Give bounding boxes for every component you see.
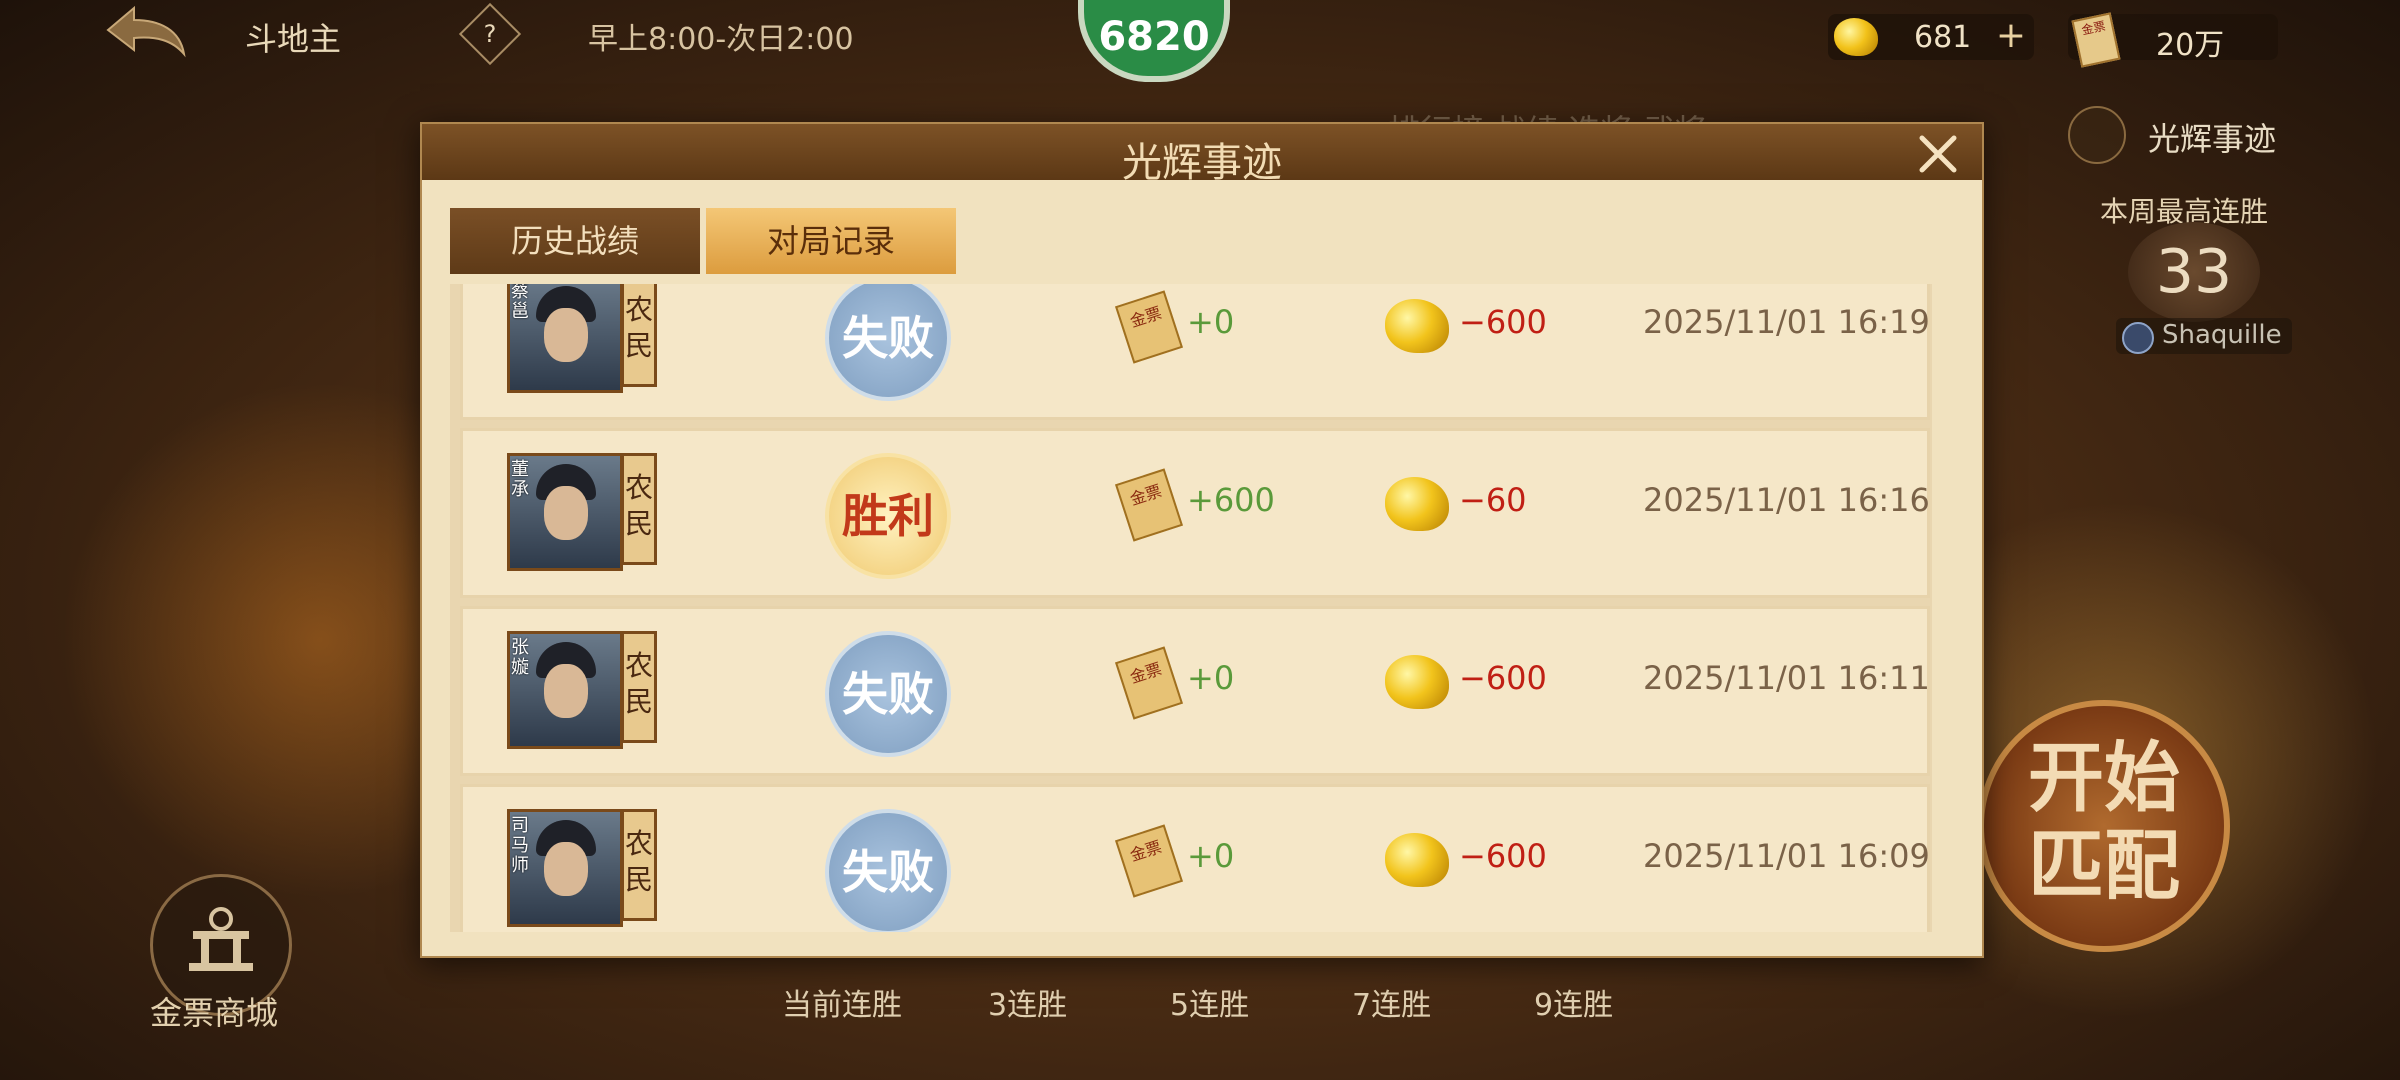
glory-tab-label: 光辉事迹 bbox=[2148, 120, 2277, 158]
back-arrow-icon bbox=[106, 5, 186, 58]
ticket-shop-label: 金票商城 bbox=[150, 994, 279, 1032]
glory-icon bbox=[2068, 106, 2126, 164]
tab-match-records[interactable]: 对局记录 bbox=[706, 208, 956, 274]
role-label: 农民 bbox=[621, 809, 657, 921]
gold-ticket-icon: 金票 bbox=[1115, 468, 1183, 542]
shop-icon bbox=[189, 907, 253, 971]
record-row: 司马师 农民 失败 金票 +0 −600 2025/11/01 16:09 bbox=[460, 784, 1930, 932]
gold-ticket-icon: 金票 bbox=[1115, 824, 1183, 898]
result-badge: 失败 bbox=[825, 284, 951, 401]
match-time: 2025/11/01 16:09 bbox=[1643, 837, 1930, 875]
bean-change: −600 bbox=[1459, 837, 1547, 875]
gold-bean-icon bbox=[1385, 299, 1449, 353]
gold-bean-icon bbox=[1385, 833, 1449, 887]
hero-portrait: 董承 bbox=[507, 453, 623, 571]
badge-number: 6820 bbox=[1098, 14, 1210, 60]
open-hours: 早上8:00-次日2:00 bbox=[588, 22, 854, 57]
gold-bean-icon bbox=[1834, 18, 1878, 56]
ticket-change: +0 bbox=[1187, 659, 1235, 697]
top-bar: 斗地主 ? 早上8:00-次日2:00 6820 681 + 金票 20万 bbox=[0, 0, 2400, 82]
gold-ticket-icon: 金票 bbox=[1115, 646, 1183, 720]
glory-record-dialog: 光辉事迹 历史战绩 对局记录 蔡邕 农民 失败 金票 +0 −600 2025/… bbox=[420, 122, 1984, 958]
add-beans-button[interactable]: + bbox=[1994, 18, 2028, 54]
bean-change: −600 bbox=[1459, 659, 1547, 697]
back-button[interactable] bbox=[100, 2, 190, 64]
gold-bean-icon bbox=[1385, 655, 1449, 709]
bean-change: −60 bbox=[1459, 481, 1527, 519]
record-row: 董承 农民 胜利 金票 +600 −60 2025/11/01 16:16 bbox=[460, 428, 1930, 598]
result-badge: 胜利 bbox=[825, 453, 951, 579]
streak-5[interactable]: 5连胜 bbox=[1170, 980, 1249, 1024]
gold-bean-icon bbox=[1385, 477, 1449, 531]
tab-history-stats[interactable]: 历史战绩 bbox=[450, 208, 700, 274]
hero-portrait: 司马师 bbox=[507, 809, 623, 927]
start-match-button[interactable]: 开始匹配 bbox=[1978, 700, 2230, 952]
dialog-header: 光辉事迹 bbox=[422, 124, 1982, 186]
streak-9[interactable]: 9连胜 bbox=[1534, 980, 1613, 1024]
portrait-face bbox=[544, 664, 588, 718]
hero-name: 张嫙 bbox=[511, 637, 529, 678]
player-name: Shaquille bbox=[2162, 320, 2282, 350]
close-button[interactable] bbox=[1914, 130, 1962, 178]
match-time: 2025/11/01 16:16 bbox=[1643, 481, 1930, 519]
hero-portrait: 张嫙 bbox=[507, 631, 623, 749]
ticket-change: +600 bbox=[1187, 481, 1275, 519]
match-time: 2025/11/01 16:11 bbox=[1643, 659, 1930, 697]
match-record-list[interactable]: 蔡邕 农民 失败 金票 +0 −600 2025/11/01 16:19 董承 … bbox=[450, 284, 1932, 932]
hero-name: 蔡邕 bbox=[511, 284, 529, 322]
top-center-badge[interactable]: 6820 bbox=[1078, 0, 1230, 82]
record-row: 张嫙 农民 失败 金票 +0 −600 2025/11/01 16:11 bbox=[460, 606, 1930, 776]
portrait-face bbox=[544, 308, 588, 362]
result-badge: 失败 bbox=[825, 809, 951, 932]
ticket-change: +0 bbox=[1187, 837, 1235, 875]
hero-name: 司马师 bbox=[511, 815, 529, 876]
player-tag: Shaquille bbox=[2116, 318, 2292, 354]
bean-change: −600 bbox=[1459, 303, 1547, 341]
bean-count: 681 bbox=[1914, 20, 1972, 55]
week-best-badge: 33 bbox=[2128, 222, 2260, 322]
game-title: 斗地主 bbox=[245, 20, 342, 58]
hero-name: 董承 bbox=[511, 459, 529, 500]
streak-3[interactable]: 3连胜 bbox=[988, 980, 1067, 1024]
help-icon: ? bbox=[483, 20, 497, 48]
gold-ticket-icon: 金票 bbox=[1115, 290, 1183, 364]
ticket-currency: 金票 20万 bbox=[2068, 12, 2278, 68]
record-row: 蔡邕 农民 失败 金票 +0 −600 2025/11/01 16:19 bbox=[460, 284, 1930, 420]
bean-currency: 681 + bbox=[1828, 14, 2034, 60]
result-badge: 失败 bbox=[825, 631, 951, 757]
ticket-count: 20万 bbox=[2156, 28, 2225, 63]
streak-7[interactable]: 7连胜 bbox=[1352, 980, 1431, 1024]
close-icon bbox=[1919, 135, 1957, 173]
portrait-face bbox=[544, 842, 588, 896]
week-best-value: 33 bbox=[2155, 237, 2233, 307]
role-label: 农民 bbox=[621, 284, 657, 387]
match-time: 2025/11/01 16:19 bbox=[1643, 303, 1930, 341]
ticket-change: +0 bbox=[1187, 303, 1235, 341]
portrait-face bbox=[544, 486, 588, 540]
dialog-title: 光辉事迹 bbox=[1122, 140, 1282, 186]
start-match-label: 开始匹配 bbox=[2028, 733, 2180, 910]
role-label: 农民 bbox=[621, 453, 657, 565]
hero-portrait: 蔡邕 bbox=[507, 284, 623, 393]
gold-ticket-icon: 金票 bbox=[2071, 12, 2121, 68]
help-button[interactable]: ? bbox=[458, 2, 522, 66]
streak-bar: 当前连胜 3连胜 5连胜 7连胜 9连胜 bbox=[760, 970, 1660, 1023]
player-rank-icon bbox=[2122, 322, 2154, 354]
streak-current: 当前连胜 bbox=[782, 988, 902, 1023]
role-label: 农民 bbox=[621, 631, 657, 743]
